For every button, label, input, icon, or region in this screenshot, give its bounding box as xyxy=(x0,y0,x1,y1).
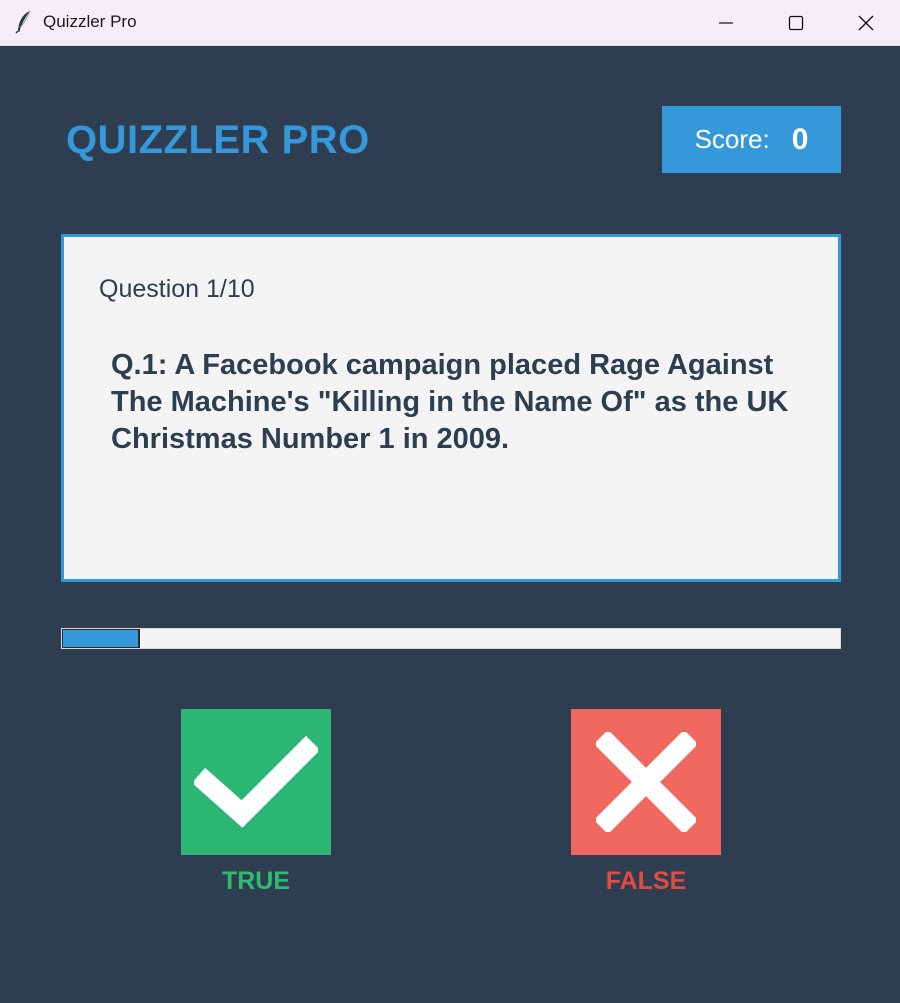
false-label: FALSE xyxy=(605,867,687,895)
close-button[interactable] xyxy=(836,0,896,46)
question-counter: Question 1/10 xyxy=(99,275,255,303)
score-box: Score: 0 xyxy=(662,106,841,173)
minimize-icon xyxy=(719,22,733,24)
feather-icon xyxy=(15,10,31,34)
window-title: Quizzler Pro xyxy=(43,12,137,31)
progress-bar xyxy=(61,628,841,649)
app-title: QUIZZLER PRO xyxy=(66,118,370,162)
maximize-button[interactable] xyxy=(766,0,826,46)
minimize-button[interactable] xyxy=(696,0,756,46)
score-label: Score: xyxy=(694,124,770,154)
checkmark-icon xyxy=(194,736,318,828)
true-label: TRUE xyxy=(221,867,291,895)
true-button[interactable] xyxy=(181,709,331,855)
cross-icon xyxy=(596,732,696,832)
title-bar[interactable]: Quizzler Pro xyxy=(0,0,900,46)
score-value: 0 xyxy=(791,122,809,156)
false-button[interactable] xyxy=(571,709,721,855)
quiz-window: Quizzler Pro QUIZZLER PRO Score: 0 Quest… xyxy=(0,0,900,1003)
progress-fill xyxy=(62,629,140,648)
close-icon xyxy=(858,15,874,31)
question-card: Question 1/10 Q.1: A Facebook campaign p… xyxy=(61,234,841,582)
question-text: Q.1: A Facebook campaign placed Rage Aga… xyxy=(111,349,789,455)
maximize-icon xyxy=(788,15,804,31)
